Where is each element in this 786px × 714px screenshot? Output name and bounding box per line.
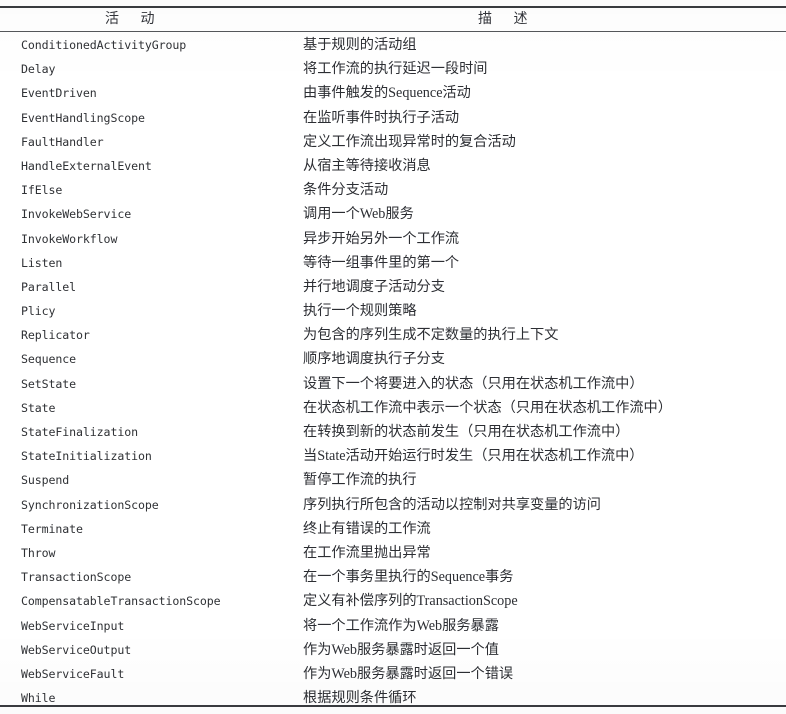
table-row: Replicator 为包含的序列生成不定数量的执行上下文: [0, 323, 786, 347]
cell-activity: Listen: [21, 255, 63, 270]
cell-activity: InvokeWorkflow: [21, 231, 118, 246]
cell-description: 异步开始另外一个工作流: [303, 230, 460, 247]
cell-description: 为包含的序列生成不定数量的执行上下文: [303, 327, 559, 344]
cell-activity: StateInitialization: [21, 449, 152, 464]
cell-description: 暂停工作流的执行: [303, 472, 417, 489]
table-row: StateInitialization 当State活动开始运行时发生（只用在状态…: [0, 444, 786, 468]
cell-activity: WebServiceInput: [21, 618, 125, 633]
cell-activity: Sequence: [21, 352, 77, 367]
cell-activity: EventDriven: [21, 86, 97, 101]
table-row: CompensatableTransactionScope 定义有补偿序列的Tra…: [0, 589, 786, 613]
table-row: WebServiceInput 将一个工作流作为Web服务暴露: [0, 614, 786, 638]
cell-description: 终止有错误的工作流: [303, 520, 431, 537]
table-row: Suspend 暂停工作流的执行: [0, 468, 786, 492]
cell-description: 作为Web服务暴露时返回一个值: [303, 641, 499, 658]
cell-activity: Suspend: [21, 473, 70, 488]
cell-description: 等待一组事件里的第一个: [303, 254, 460, 271]
cell-activity: IfElse: [21, 183, 63, 198]
cell-activity: Delay: [21, 62, 56, 77]
cell-description: 设置下一个将要进入的状态（只用在状态机工作流中）: [303, 375, 644, 392]
table-row: SynchronizationScope 序列执行所包含的活动以控制对共享变量的访…: [0, 493, 786, 517]
table-row: ConditionedActivityGroup 基于规则的活动组: [0, 33, 786, 57]
cell-description: 由事件触发的Sequence活动: [303, 85, 471, 102]
cell-description: 在监听事件时执行子活动: [303, 109, 460, 126]
column-header-description: 描 述: [478, 12, 537, 27]
cell-description: 在状态机工作流中表示一个状态（只用在状态机工作流中）: [303, 399, 672, 416]
table-top-rule: [0, 6, 786, 8]
cell-description: 将工作流的执行延迟一段时间: [303, 61, 488, 78]
table-row: EventDriven 由事件触发的Sequence活动: [0, 81, 786, 105]
column-header-activity: 活 动: [105, 12, 164, 27]
cell-description: 序列执行所包含的活动以控制对共享变量的访问: [303, 496, 601, 513]
cell-description: 从宿主等待接收消息: [303, 157, 431, 174]
cell-description: 并行地调度子活动分支: [303, 278, 445, 295]
table-row: State 在状态机工作流中表示一个状态（只用在状态机工作流中）: [0, 396, 786, 420]
cell-description: 在一个事务里执行的Sequence事务: [303, 569, 514, 586]
cell-activity: State: [21, 400, 56, 415]
cell-description: 在转换到新的状态前发生（只用在状态机工作流中）: [303, 424, 630, 440]
cell-activity: HandleExternalEvent: [21, 158, 152, 173]
table-row: Plicy 执行一个规则策略: [0, 299, 786, 323]
table-row: Sequence 顺序地调度执行子分支: [0, 347, 786, 371]
table-row: InvokeWorkflow 异步开始另外一个工作流: [0, 227, 786, 251]
table-row: WebServiceOutput 作为Web服务暴露时返回一个值: [0, 638, 786, 662]
table-row: Listen 等待一组事件里的第一个: [0, 251, 786, 275]
table-row: EventHandlingScope 在监听事件时执行子活动: [0, 106, 786, 130]
cell-activity: FaultHandler: [21, 134, 104, 149]
cell-activity: EventHandlingScope: [21, 110, 145, 125]
cell-description: 当State活动开始运行时发生（只用在状态机工作流中）: [303, 448, 644, 465]
cell-description: 顺序地调度执行子分支: [303, 351, 445, 368]
cell-activity: TransactionScope: [21, 570, 132, 585]
table-header-row: 活 动 描 述: [0, 9, 786, 30]
table-row: IfElse 条件分支活动: [0, 178, 786, 202]
cell-description: 定义工作流出现异常时的复合活动: [303, 133, 516, 150]
cell-activity: Replicator: [21, 328, 90, 343]
cell-activity: CompensatableTransactionScope: [21, 594, 221, 609]
cell-description: 在工作流里抛出异常: [303, 544, 431, 561]
table-bottom-rule: [0, 705, 786, 707]
table-row: Terminate 终止有错误的工作流: [0, 517, 786, 541]
table-row: Parallel 并行地调度子活动分支: [0, 275, 786, 299]
table-row: Delay 将工作流的执行延迟一段时间: [0, 57, 786, 81]
table-row: HandleExternalEvent 从宿主等待接收消息: [0, 154, 786, 178]
cell-description: 作为Web服务暴露时返回一个错误: [303, 665, 514, 682]
cell-activity: WebServiceFault: [21, 666, 125, 681]
table-row: TransactionScope 在一个事务里执行的Sequence事务: [0, 565, 786, 589]
cell-activity: InvokeWebService: [21, 207, 132, 222]
cell-activity: ConditionedActivityGroup: [21, 38, 187, 52]
table-body: ConditionedActivityGroup 基于规则的活动组 Delay 将工作…: [0, 33, 786, 710]
table-row: Throw 在工作流里抛出异常: [0, 541, 786, 565]
table-row: StateFinalization 在转换到新的状态前发生（只用在状态机工作流中）: [0, 420, 786, 444]
cell-description: 调用一个Web服务: [303, 206, 414, 223]
cell-activity: Parallel: [21, 279, 77, 294]
table-row: WebServiceFault 作为Web服务暴露时返回一个错误: [0, 662, 786, 686]
cell-description: 基于规则的活动组: [303, 37, 417, 53]
cell-description: 执行一个规则策略: [303, 303, 417, 320]
cell-activity: Terminate: [21, 521, 83, 536]
cell-activity: SetState: [21, 376, 77, 391]
cell-activity: SynchronizationScope: [21, 497, 159, 512]
cell-description: 定义有补偿序列的TransactionScope: [303, 593, 518, 610]
table-row: FaultHandler 定义工作流出现异常时的复合活动: [0, 130, 786, 154]
cell-activity: Plicy: [21, 304, 56, 319]
cell-activity: WebServiceOutput: [21, 642, 132, 657]
table-row: SetState 设置下一个将要进入的状态（只用在状态机工作流中）: [0, 372, 786, 396]
cell-activity: StateFinalization: [21, 425, 138, 439]
table-header-rule: [0, 31, 786, 32]
cell-description: 条件分支活动: [303, 182, 389, 199]
cell-description: 将一个工作流作为Web服务暴露: [303, 617, 499, 634]
table-row: InvokeWebService 调用一个Web服务: [0, 202, 786, 226]
scanned-page: 活 动 描 述 ConditionedActivityGroup 基于规则的活动组…: [0, 0, 786, 714]
cell-activity: Throw: [21, 545, 56, 560]
